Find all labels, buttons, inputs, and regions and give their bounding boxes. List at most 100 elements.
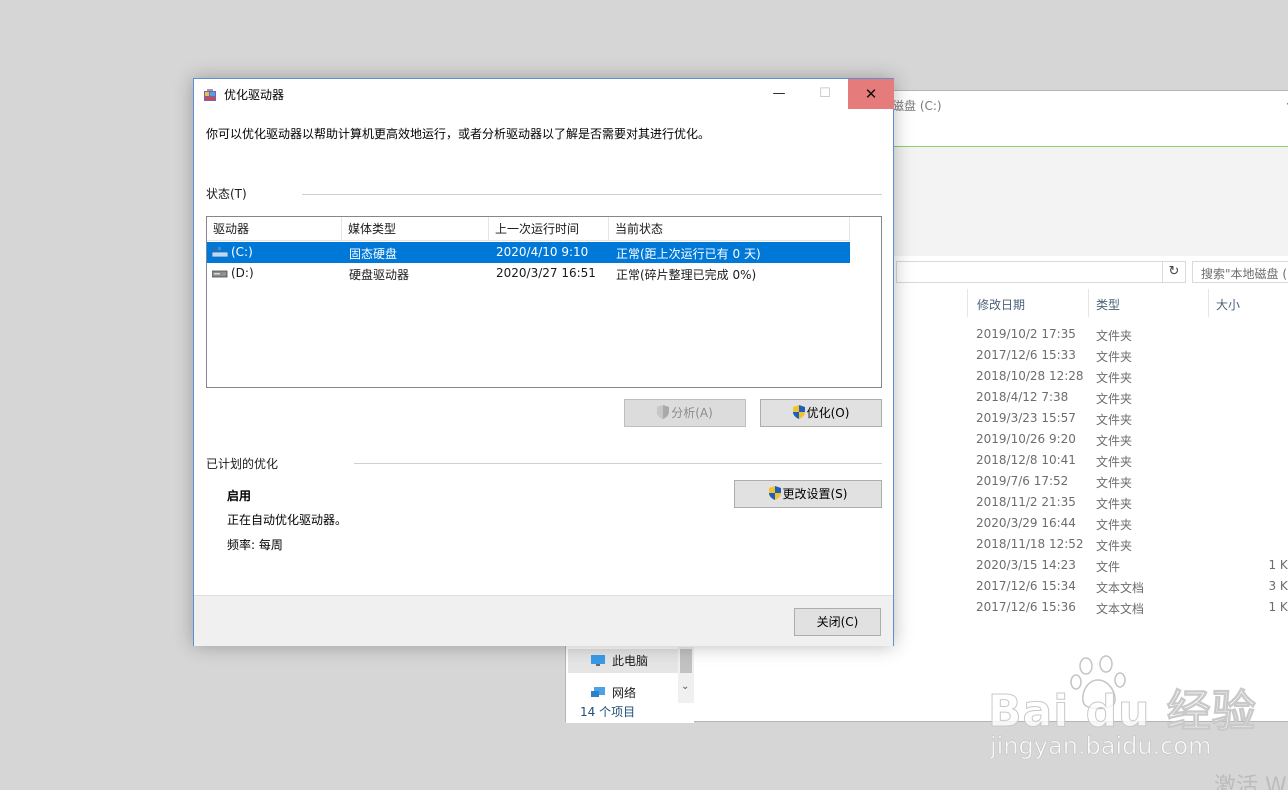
drive-media-type: 固态硬盘 <box>349 247 398 261</box>
file-type: 文件夹 <box>1096 371 1133 385</box>
dialog-titlebar[interactable]: 优化驱动器 — ☐ ✕ <box>194 79 894 109</box>
file-modified-date: 2019/10/2 17:35 <box>976 327 1076 341</box>
scrollbar-thumb[interactable] <box>680 649 692 673</box>
drives-list[interactable]: 驱动器 媒体类型 上一次运行时间 当前状态 (C:) 固态硬盘 2020/4/1… <box>206 216 882 388</box>
file-row[interactable]: 2018/11/18 12:52 文件夹 <box>976 534 1288 555</box>
file-type: 文件夹 <box>1096 497 1133 511</box>
drive-media-type: 硬盘驱动器 <box>349 268 410 282</box>
file-row[interactable]: 2018/4/12 7:38 文件夹 <box>976 387 1288 408</box>
explorer-title: 磁盘 (C:) <box>892 99 942 113</box>
minimize-button[interactable]: — <box>756 79 802 109</box>
status-section-label: 状态(T) <box>206 187 247 201</box>
drive-name: (C:) <box>231 245 253 259</box>
close-icon[interactable]: ✕ <box>848 79 894 109</box>
search-input[interactable]: 搜索"本地磁盘 ( <box>1192 261 1288 283</box>
file-modified-date: 2018/10/28 12:28 <box>976 369 1084 383</box>
file-modified-date: 2017/12/6 15:34 <box>976 579 1076 593</box>
drive-name: (D:) <box>231 266 254 280</box>
file-row[interactable]: 2019/10/26 9:20 文件夹 <box>976 429 1288 450</box>
drive-status: 正常(碎片整理已完成 0%) <box>616 268 757 282</box>
file-row[interactable]: 2018/11/2 21:35 文件夹 <box>976 492 1288 513</box>
file-modified-date: 2018/11/2 21:35 <box>976 495 1076 509</box>
drive-last-run: 2020/4/10 9:10 <box>496 245 589 259</box>
schedule-description: 正在自动优化驱动器。 <box>227 513 348 527</box>
nav-item-network[interactable]: 网络 <box>568 681 678 705</box>
file-size: 3 KB <box>1268 579 1288 593</box>
column-header-date[interactable]: 修改日期 <box>977 296 1025 313</box>
file-modified-date: 2020/3/15 14:23 <box>976 558 1076 572</box>
column-divider <box>1088 289 1089 317</box>
dialog-title: 优化驱动器 <box>224 88 285 102</box>
address-bar[interactable]: ⌄ <box>896 261 1174 283</box>
file-type: 文件 <box>1096 560 1121 574</box>
column-header-media-type[interactable]: 媒体类型 <box>342 217 489 241</box>
file-row[interactable]: 2019/3/23 15:57 文件夹 <box>976 408 1288 429</box>
file-modified-date: 2020/3/29 16:44 <box>976 516 1076 530</box>
file-type: 文件夹 <box>1096 539 1133 553</box>
uac-shield-icon <box>657 405 670 419</box>
change-settings-button[interactable]: 更改设置(S) <box>734 480 882 508</box>
drive-row-c[interactable]: (C:) 固态硬盘 2020/4/10 9:10 正常(距上次运行已有 0 天) <box>207 242 850 263</box>
file-size: 1 KB <box>1268 600 1288 614</box>
optimize-button[interactable]: 优化(O) <box>760 399 882 427</box>
nav-item-label: 网络 <box>612 686 637 700</box>
schedule-frequency: 频率: 每周 <box>227 538 283 552</box>
uac-shield-icon <box>792 405 805 419</box>
file-modified-date: 2017/12/6 15:36 <box>976 600 1076 614</box>
file-modified-date: 2019/10/26 9:20 <box>976 432 1076 446</box>
file-modified-date: 2019/3/23 15:57 <box>976 411 1076 425</box>
file-row[interactable]: 2018/12/8 10:41 文件夹 <box>976 450 1288 471</box>
column-header-size[interactable]: 大小 <box>1216 296 1240 313</box>
baidu-watermark: Bai du 经验 <box>988 686 1257 738</box>
change-settings-label: 更改设置(S) <box>782 487 848 501</box>
dialog-description: 你可以优化驱动器以帮助计算机更高效地运行，或者分析驱动器以了解是否需要对其进行优… <box>206 127 711 141</box>
drive-status: 正常(距上次运行已有 0 天) <box>616 247 761 261</box>
refresh-icon[interactable]: ↻ <box>1162 261 1186 283</box>
column-header-type[interactable]: 类型 <box>1096 296 1120 313</box>
file-type: 文件夹 <box>1096 434 1133 448</box>
file-modified-date: 2018/11/18 12:52 <box>976 537 1084 551</box>
file-row[interactable]: 2017/12/6 15:34 文本文档 3 KB <box>976 576 1288 597</box>
file-row[interactable]: 2019/7/6 17:52 文件夹 <box>976 471 1288 492</box>
drives-list-header: 驱动器 媒体类型 上一次运行时间 当前状态 <box>207 217 850 241</box>
nav-item-label: 此电脑 <box>612 654 649 668</box>
nav-scrollbar[interactable]: ⌄ <box>678 647 694 703</box>
ssd-drive-icon <box>212 247 228 258</box>
scheduled-section-label: 已计划的优化 <box>206 457 279 471</box>
file-row[interactable]: 2017/12/6 15:36 文本文档 1 KB <box>976 597 1288 618</box>
file-modified-date: 2018/4/12 7:38 <box>976 390 1069 404</box>
close-button[interactable]: 关闭(C) <box>794 608 881 636</box>
analyze-button[interactable]: 分析(A) <box>624 399 746 427</box>
column-header-current-status[interactable]: 当前状态 <box>609 217 850 241</box>
file-modified-date: 2019/7/6 17:52 <box>976 474 1069 488</box>
file-type: 文件夹 <box>1096 476 1133 490</box>
analyze-label: 分析(A) <box>671 406 713 420</box>
file-row[interactable]: 2020/3/15 14:23 文件 1 KB <box>976 555 1288 576</box>
file-type: 文本文档 <box>1096 581 1145 595</box>
maximize-button[interactable]: ☐ <box>802 79 848 109</box>
section-divider <box>354 463 882 464</box>
file-type: 文件夹 <box>1096 518 1133 532</box>
hard-drive-icon <box>212 270 228 278</box>
file-row[interactable]: 2019/10/2 17:35 文件夹 <box>976 324 1288 345</box>
file-size: 1 KB <box>1268 558 1288 572</box>
drive-last-run: 2020/3/27 16:51 <box>496 266 596 280</box>
scroll-down-icon[interactable]: ⌄ <box>681 681 689 692</box>
nav-item-this-pc[interactable]: 此电脑 <box>568 649 678 673</box>
schedule-state: 启用 <box>227 489 252 503</box>
optimize-drives-dialog: 优化驱动器 — ☐ ✕ 你可以优化驱动器以帮助计算机更高效地运行，或者分析驱动器… <box>193 78 894 646</box>
column-header-drive[interactable]: 驱动器 <box>207 217 342 241</box>
dialog-footer: 关闭(C) <box>194 595 893 646</box>
column-divider <box>967 289 968 317</box>
optimize-label: 优化(O) <box>806 406 850 420</box>
file-modified-date: 2017/12/6 15:33 <box>976 348 1076 362</box>
file-row[interactable]: 2018/10/28 12:28 文件夹 <box>976 366 1288 387</box>
section-divider <box>302 194 882 195</box>
file-type: 文本文档 <box>1096 602 1145 616</box>
column-header-last-run[interactable]: 上一次运行时间 <box>489 217 609 241</box>
drive-row-d[interactable]: (D:) 硬盘驱动器 2020/3/27 16:51 正常(碎片整理已完成 0%… <box>207 263 850 284</box>
activate-windows-watermark: 激活 Wi <box>1214 774 1288 790</box>
file-row[interactable]: 2017/12/6 15:33 文件夹 <box>976 345 1288 366</box>
watermark-url: jingyan.baidu.com <box>990 732 1212 761</box>
file-row[interactable]: 2020/3/29 16:44 文件夹 <box>976 513 1288 534</box>
